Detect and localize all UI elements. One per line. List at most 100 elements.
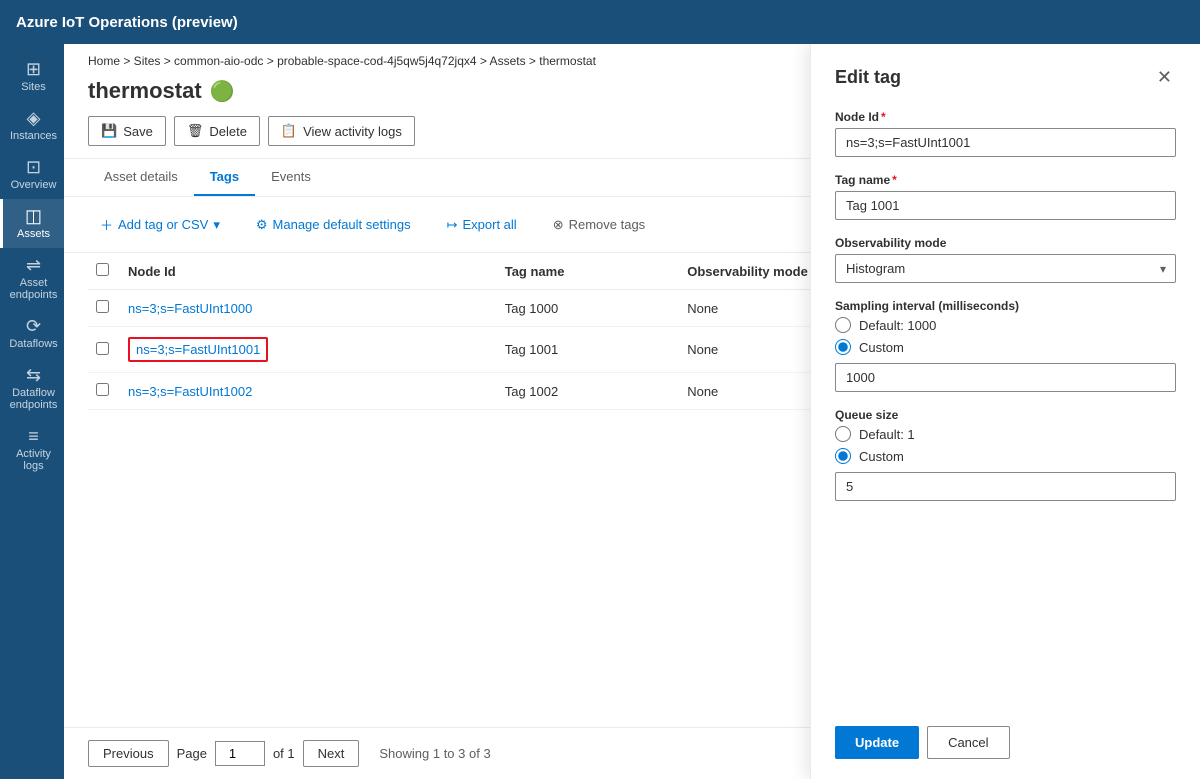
asset-endpoints-icon: ⇌ — [26, 256, 41, 274]
queue-default-radio[interactable] — [835, 426, 851, 442]
close-button[interactable]: ✕ — [1153, 64, 1176, 90]
save-button[interactable]: 💾 Save — [88, 116, 166, 146]
next-button[interactable]: Next — [303, 740, 360, 767]
instances-icon: ◈ — [27, 109, 41, 127]
dataflow-endpoints-icon: ⇆ — [26, 366, 41, 384]
observability-label: Observability mode — [835, 236, 1176, 250]
queue-default-option[interactable]: Default: 1 — [835, 426, 1176, 442]
observability-select-wrapper: None Gauge Counter Histogram ▾ — [835, 254, 1176, 283]
delete-button[interactable]: 🗑 Delete — [174, 116, 260, 146]
tag-name-input[interactable] — [835, 191, 1176, 220]
row-checkbox-1[interactable] — [96, 342, 109, 355]
col-tag-name: Tag name — [497, 253, 679, 290]
manage-settings-button[interactable]: ⚙ Manage default settings — [244, 211, 423, 239]
sampling-default-option[interactable]: Default: 1000 — [835, 317, 1176, 333]
edit-panel: Edit tag ✕ Node Id* Tag name* Observabil… — [810, 44, 1200, 779]
overview-icon: ⊡ — [26, 158, 41, 176]
sidebar-item-instances[interactable]: ◈ Instances — [0, 101, 64, 150]
sidebar-label-overview: Overview — [11, 179, 57, 191]
panel-footer: Update Cancel — [835, 706, 1176, 759]
sidebar-item-asset-endpoints[interactable]: ⇌ Asset endpoints — [0, 248, 64, 309]
sampling-value-input[interactable] — [835, 363, 1176, 392]
page-input[interactable] — [215, 741, 265, 766]
sidebar-item-dataflows[interactable]: ⟳ Dataflows — [0, 309, 64, 358]
observability-select[interactable]: None Gauge Counter Histogram — [835, 254, 1176, 283]
row-checkbox-2[interactable] — [96, 383, 109, 396]
tab-events[interactable]: Events — [255, 159, 327, 196]
of-label: of 1 — [273, 746, 295, 761]
export-label: Export all — [462, 217, 516, 232]
tab-asset-details[interactable]: Asset details — [88, 159, 194, 196]
content-area: Home > Sites > common-aio-odc > probable… — [64, 44, 1200, 779]
sidebar-item-assets[interactable]: ◫ Assets — [0, 199, 64, 248]
tab-tags[interactable]: Tags — [194, 159, 255, 196]
node-id-group: Node Id* — [835, 110, 1176, 157]
export-all-button[interactable]: ↦ Export all — [435, 211, 529, 239]
sidebar-label-dataflows: Dataflows — [9, 338, 57, 350]
panel-title: Edit tag — [835, 67, 901, 88]
select-all-checkbox[interactable] — [96, 263, 109, 276]
node-id-input[interactable] — [835, 128, 1176, 157]
sidebar-label-activity-logs: Activity logs — [7, 448, 60, 472]
tab-events-label: Events — [271, 169, 311, 184]
delete-icon: 🗑 — [187, 123, 204, 139]
queue-value-input[interactable] — [835, 472, 1176, 501]
export-icon: ↦ — [447, 217, 458, 233]
remove-tags-button[interactable]: ⊗ Remove tags — [541, 211, 658, 239]
sidebar-label-assets: Assets — [17, 228, 50, 240]
app-title: Azure IoT Operations (preview) — [16, 14, 238, 31]
save-label: Save — [123, 124, 153, 139]
add-icon: ＋ — [100, 215, 113, 234]
add-tag-label: Add tag or CSV — [118, 217, 208, 232]
sites-icon: ⊞ — [26, 60, 41, 78]
remove-icon: ⊗ — [553, 217, 564, 233]
tag-name-cell-2: Tag 1002 — [497, 373, 679, 410]
queue-label: Queue size — [835, 408, 1176, 422]
node-id-link-0[interactable]: ns=3;s=FastUInt1000 — [128, 301, 252, 316]
node-id-link-1[interactable]: ns=3;s=FastUInt1001 — [128, 337, 268, 362]
node-id-cell-0: ns=3;s=FastUInt1000 — [120, 290, 497, 327]
node-id-cell-1: ns=3;s=FastUInt1001 — [120, 327, 497, 373]
sampling-default-label: Default: 1000 — [859, 318, 936, 333]
activity-logs-icon: ≡ — [28, 427, 39, 445]
queue-custom-label: Custom — [859, 449, 904, 464]
sidebar-label-sites: Sites — [21, 81, 45, 93]
observability-group: Observability mode None Gauge Counter Hi… — [835, 236, 1176, 283]
sampling-radio-group: Default: 1000 Custom — [835, 317, 1176, 355]
tab-asset-details-label: Asset details — [104, 169, 178, 184]
sidebar-item-dataflow-endpoints[interactable]: ⇆ Dataflow endpoints — [0, 358, 64, 419]
sidebar-item-overview[interactable]: ⊡ Overview — [0, 150, 64, 199]
sampling-custom-label: Custom — [859, 340, 904, 355]
breadcrumb-text: Home > Sites > common-aio-odc > probable… — [88, 54, 596, 68]
delete-label: Delete — [209, 124, 247, 139]
queue-radio-group: Default: 1 Custom — [835, 426, 1176, 464]
sidebar-item-sites[interactable]: ⊞ Sites — [0, 52, 64, 101]
page-title: thermostat — [88, 78, 202, 104]
showing-label: Showing 1 to 3 of 3 — [379, 746, 490, 761]
sampling-custom-option[interactable]: Custom — [835, 339, 1176, 355]
sidebar-label-instances: Instances — [10, 130, 57, 142]
sidebar-item-activity-logs[interactable]: ≡ Activity logs — [0, 419, 64, 480]
dataflows-icon: ⟳ — [26, 317, 41, 335]
add-tag-button[interactable]: ＋ Add tag or CSV ▾ — [88, 209, 232, 240]
activity-icon: 📋 — [281, 123, 297, 139]
gear-icon: ⚙ — [256, 217, 268, 233]
queue-custom-radio[interactable] — [835, 448, 851, 464]
save-icon: 💾 — [101, 123, 117, 139]
cancel-button[interactable]: Cancel — [927, 726, 1009, 759]
sampling-default-radio[interactable] — [835, 317, 851, 333]
node-id-link-2[interactable]: ns=3;s=FastUInt1002 — [128, 384, 252, 399]
queue-group: Queue size Default: 1 Custom — [835, 408, 1176, 501]
status-connected-icon: 🟢 — [210, 79, 235, 104]
app-header: Azure IoT Operations (preview) — [0, 0, 1200, 44]
sampling-group: Sampling interval (milliseconds) Default… — [835, 299, 1176, 392]
row-checkbox-0[interactable] — [96, 300, 109, 313]
previous-button[interactable]: Previous — [88, 740, 169, 767]
queue-custom-option[interactable]: Custom — [835, 448, 1176, 464]
add-chevron-icon: ▾ — [213, 217, 220, 233]
update-button[interactable]: Update — [835, 726, 919, 759]
view-activity-button[interactable]: 📋 View activity logs — [268, 116, 415, 146]
sampling-custom-radio[interactable] — [835, 339, 851, 355]
remove-label: Remove tags — [569, 217, 646, 232]
tag-name-cell-0: Tag 1000 — [497, 290, 679, 327]
